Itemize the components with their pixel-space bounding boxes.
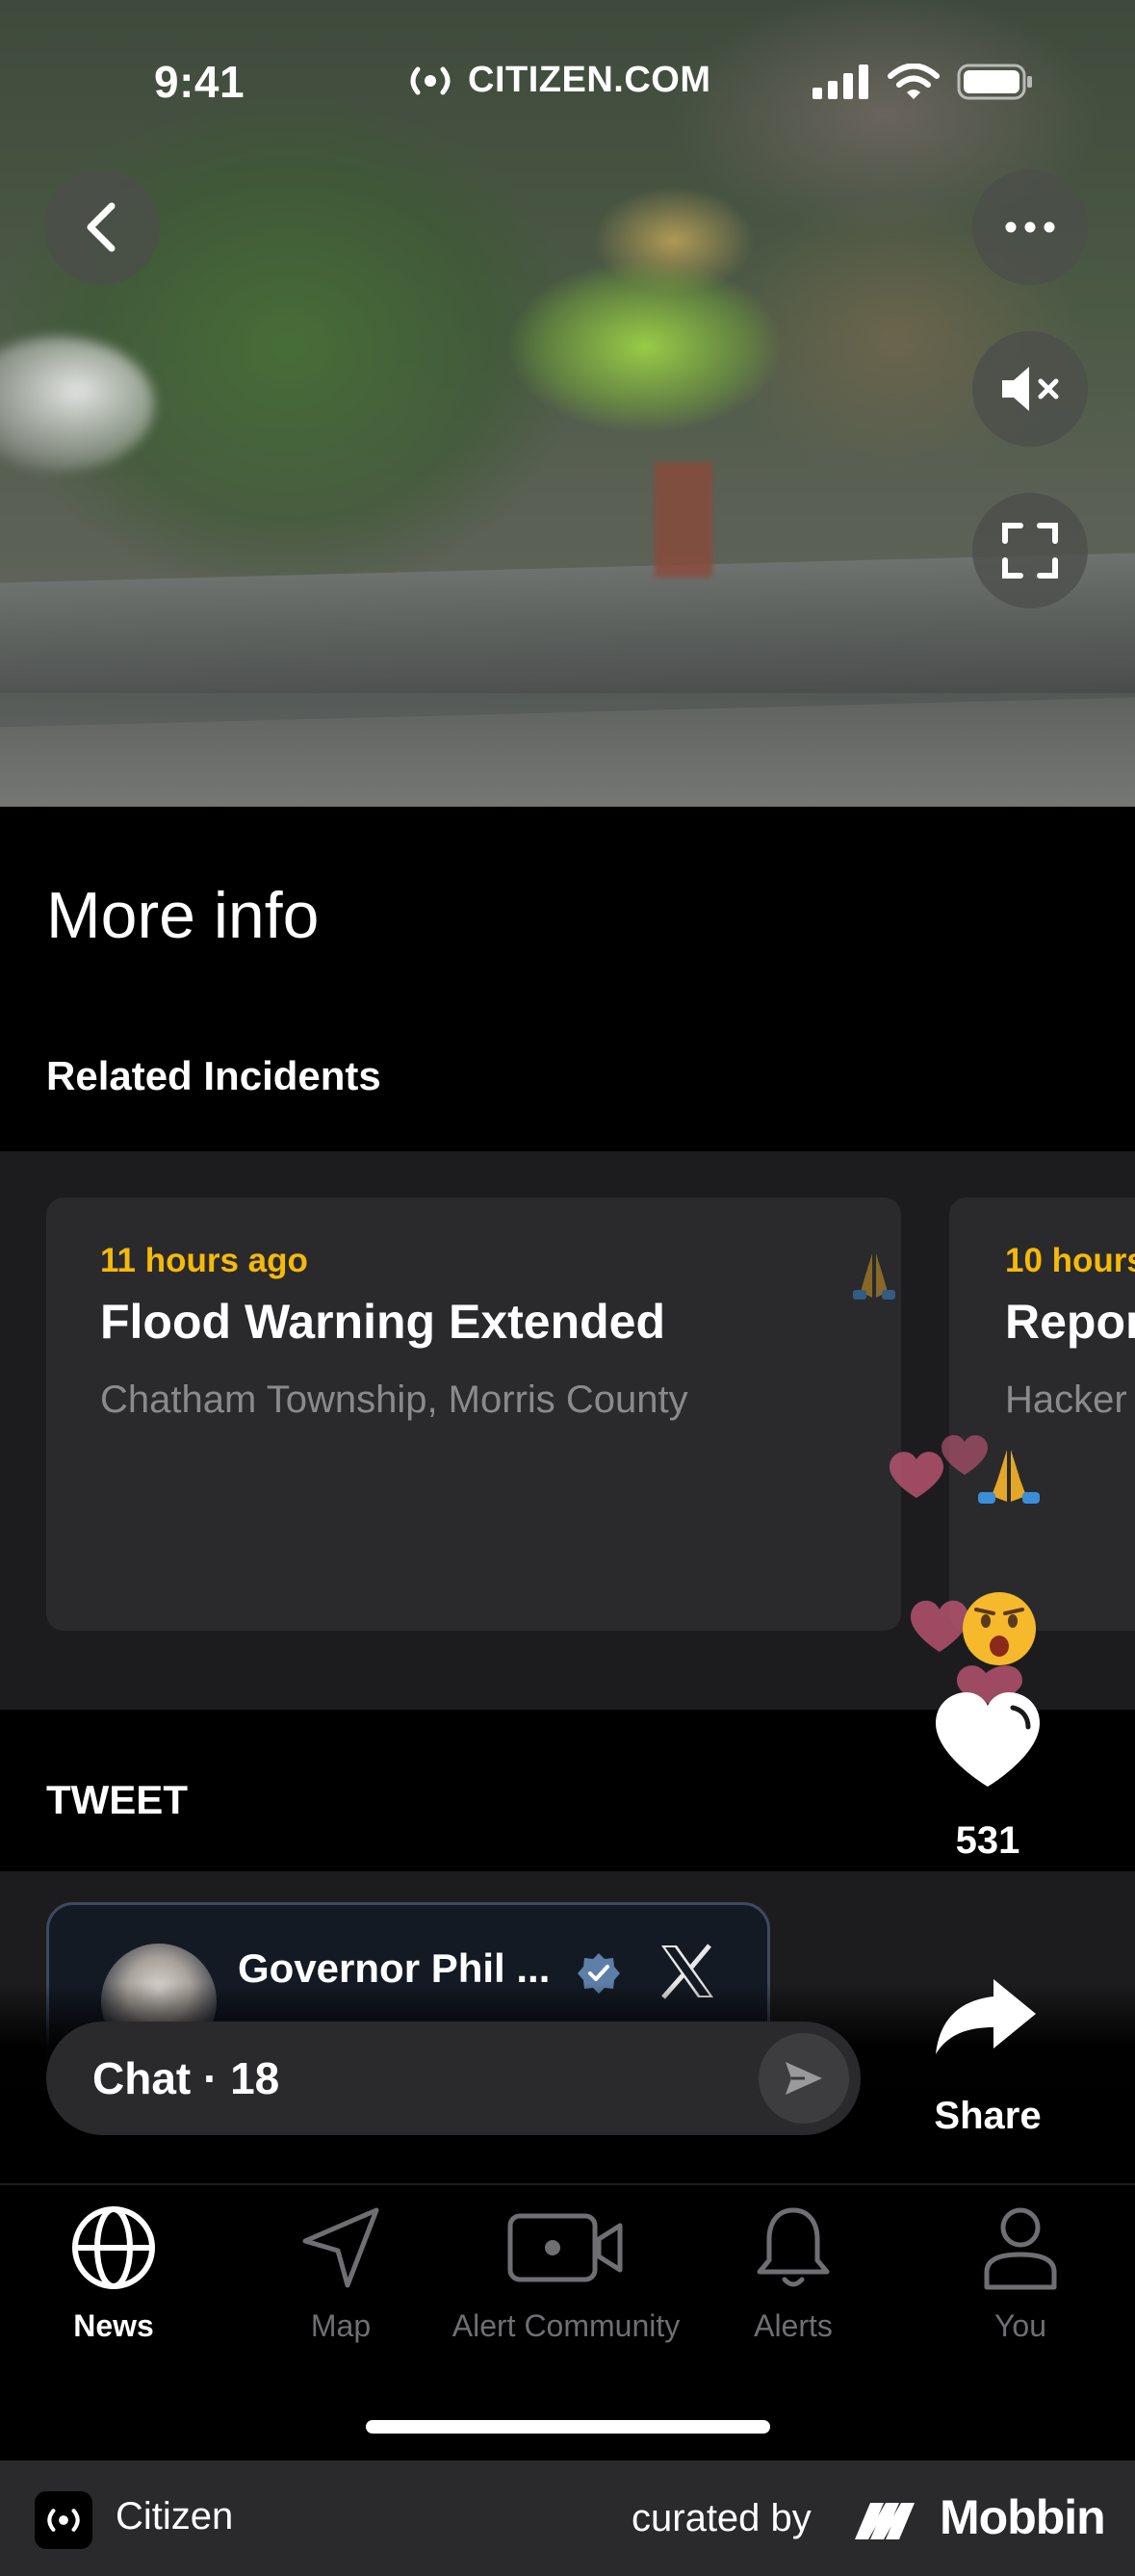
incident-location: Chatham Township, Morris County bbox=[100, 1378, 688, 1421]
tab-label: News bbox=[73, 2308, 154, 2343]
incident-location: Hacker bbox=[1005, 1378, 1127, 1421]
tab-alerts[interactable]: Alerts bbox=[726, 2204, 861, 2344]
incident-title: Repor bbox=[1005, 1295, 1135, 1349]
like-count: 531 bbox=[955, 1819, 1020, 1862]
tab-label: Alert Community bbox=[451, 2308, 681, 2343]
more-info-title: More info bbox=[46, 879, 320, 952]
mute-button[interactable] bbox=[972, 331, 1088, 447]
praying-hands-icon bbox=[853, 1253, 895, 1300]
footer-app-name: Citizen bbox=[116, 2495, 234, 2537]
heart-reaction-icon bbox=[890, 1452, 943, 1498]
incident-time: 10 hours bbox=[1005, 1242, 1135, 1279]
footer-brand: Mobbin bbox=[940, 2490, 1106, 2544]
send-icon bbox=[786, 2062, 822, 2095]
globe-icon bbox=[72, 2206, 155, 2289]
ellipsis-icon bbox=[1005, 221, 1055, 233]
navigation-arrow-icon bbox=[302, 2207, 379, 2288]
video-frame-shade bbox=[0, 693, 1135, 807]
praying-hands-icon bbox=[978, 1450, 1040, 1504]
heart-reaction-icon bbox=[942, 1434, 988, 1475]
status-time: 9:41 bbox=[154, 57, 245, 107]
fullscreen-icon bbox=[1002, 523, 1058, 579]
tab-alert-community[interactable]: Alert Community bbox=[431, 2204, 701, 2344]
related-incidents-title: Related Incidents bbox=[46, 1053, 381, 1098]
astonished-face-icon bbox=[963, 1592, 1036, 1665]
status-icons bbox=[813, 64, 1034, 100]
citizen-broadcast-icon bbox=[47, 2509, 80, 2532]
attribution-footer: Citizen curated by Mobbin bbox=[0, 2460, 1135, 2576]
chevron-left-icon bbox=[87, 202, 116, 252]
mobbin-logo-icon bbox=[855, 2503, 915, 2539]
like-button[interactable] bbox=[932, 1690, 1044, 1790]
bell-icon bbox=[757, 2207, 830, 2287]
incident-title: Flood Warning Extended bbox=[100, 1295, 666, 1349]
incident-time: 11 hours ago bbox=[100, 1242, 308, 1279]
video-player[interactable]: 9:41 CITIZEN.COM bbox=[0, 0, 1135, 807]
video-frame-slide bbox=[655, 462, 712, 578]
tab-news[interactable]: News bbox=[46, 2204, 181, 2344]
share-button[interactable]: Share bbox=[915, 2095, 1061, 2138]
chat-label: Chat · 18 bbox=[92, 2053, 280, 2103]
video-frame-blur bbox=[0, 337, 154, 472]
status-site-label: CITIZEN.COM bbox=[468, 60, 711, 100]
speaker-muted-icon bbox=[1002, 367, 1059, 411]
fullscreen-button[interactable] bbox=[972, 493, 1088, 608]
citizen-broadcast-icon bbox=[410, 66, 451, 94]
tab-label: You bbox=[994, 2308, 1046, 2343]
tab-map[interactable]: Map bbox=[273, 2204, 408, 2344]
share-icon[interactable] bbox=[934, 1975, 1040, 2056]
cellular-signal-icon bbox=[813, 64, 868, 99]
back-button[interactable] bbox=[44, 169, 160, 285]
citizen-logo bbox=[35, 2491, 92, 2549]
status-site: CITIZEN.COM bbox=[404, 60, 710, 101]
send-button[interactable] bbox=[759, 2033, 849, 2124]
user-icon bbox=[984, 2207, 1057, 2290]
incident-card[interactable]: 11 hours ago Flood Warning Extended Chat… bbox=[46, 1198, 901, 1631]
home-indicator bbox=[366, 2420, 770, 2434]
tweet-section-label: TWEET bbox=[46, 1777, 188, 1822]
heart-reaction-icon bbox=[911, 1600, 968, 1652]
battery-icon bbox=[957, 64, 1032, 100]
chat-input[interactable]: Chat · 18 bbox=[46, 2022, 861, 2135]
wifi-icon bbox=[888, 64, 940, 99]
tab-label: Map bbox=[310, 2308, 372, 2343]
footer-curated-by: curated by bbox=[632, 2497, 812, 2539]
video-camera-icon bbox=[507, 2213, 623, 2282]
floating-reactions bbox=[890, 1434, 1040, 1704]
more-options-button[interactable] bbox=[972, 169, 1088, 285]
tab-label: Alerts bbox=[754, 2308, 833, 2343]
tab-you[interactable]: You bbox=[953, 2204, 1088, 2344]
